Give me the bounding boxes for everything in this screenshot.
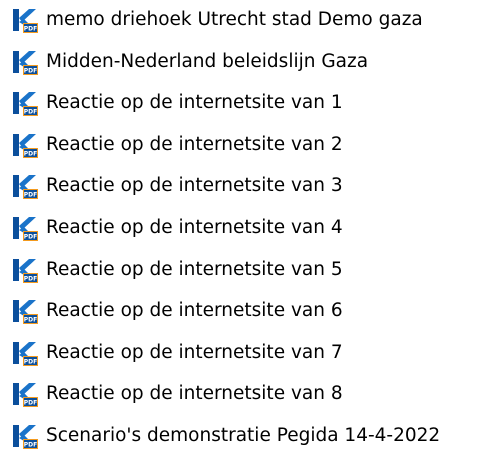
kofax-pdf-icon-graphic: PDF	[13, 341, 38, 366]
kofax-pdf-icon: PDF	[12, 7, 38, 33]
file-item[interactable]: PDF Reactie op de internetsite van 6	[12, 298, 488, 325]
file-name: Reactie op de internetsite van 7	[46, 341, 343, 363]
svg-text:PDF: PDF	[24, 25, 37, 32]
kofax-pdf-icon-graphic: PDF	[13, 50, 38, 75]
file-item[interactable]: PDF Reactie op de internetsite van 2	[12, 132, 488, 158]
kofax-pdf-icon: PDF	[12, 49, 38, 75]
kofax-pdf-icon-graphic: PDF	[13, 383, 38, 408]
file-name: Reactie op de internetsite van 8	[46, 383, 343, 405]
file-item[interactable]: PDF memo driehoek Utrecht stad Demo gaza	[12, 7, 488, 33]
kofax-pdf-icon-graphic: PDF	[13, 175, 38, 200]
file-name: Reactie op de internetsite van 1	[46, 92, 343, 114]
kofax-pdf-icon: PDF	[12, 257, 38, 283]
svg-text:PDF: PDF	[24, 192, 37, 199]
svg-text:PDF: PDF	[24, 317, 37, 324]
file-item[interactable]: PDF Reactie op de internetsite van 1	[12, 90, 488, 117]
kofax-pdf-icon: PDF	[12, 340, 38, 366]
svg-text:PDF: PDF	[24, 150, 37, 157]
file-item[interactable]: PDF Midden-Nederland beleidslijn Gaza	[12, 49, 488, 75]
file-item[interactable]: PDF Reactie op de internetsite van 3	[12, 173, 488, 200]
kofax-pdf-icon-graphic: PDF	[13, 424, 38, 449]
svg-text:PDF: PDF	[24, 275, 37, 282]
file-list: PDF memo driehoek Utrecht stad Demo gaza…	[12, 7, 488, 465]
file-item[interactable]: PDF Scenario's demonstratie Pegida 14-4-…	[12, 423, 488, 449]
kofax-pdf-icon-graphic: PDF	[13, 133, 38, 158]
kofax-pdf-icon: PDF	[12, 298, 38, 325]
file-item[interactable]: PDF Reactie op de internetsite van 7	[12, 340, 488, 366]
kofax-pdf-icon-graphic: PDF	[13, 258, 38, 283]
kofax-pdf-icon: PDF	[12, 90, 38, 117]
file-name: memo driehoek Utrecht stad Demo gaza	[46, 9, 423, 30]
file-name: Midden-Nederland beleidslijn Gaza	[46, 50, 369, 72]
svg-text:PDF: PDF	[24, 67, 37, 74]
file-name: Reactie op de internetsite van 3	[46, 175, 343, 197]
kofax-pdf-icon: PDF	[12, 132, 38, 158]
kofax-pdf-icon: PDF	[12, 423, 38, 449]
kofax-pdf-icon: PDF	[12, 215, 38, 241]
file-name: Reactie op de internetsite van 5	[46, 258, 343, 280]
svg-text:PDF: PDF	[24, 400, 37, 407]
svg-text:PDF: PDF	[24, 441, 37, 448]
svg-text:PDF: PDF	[24, 109, 37, 116]
file-name: Scenario's demonstratie Pegida 14-4-2022	[46, 424, 441, 446]
kofax-pdf-icon-graphic: PDF	[13, 216, 38, 241]
file-name: Reactie op de internetsite van 2	[46, 133, 343, 155]
kofax-pdf-icon-graphic: PDF	[13, 92, 38, 117]
file-name: Reactie op de internetsite van 6	[46, 300, 343, 322]
svg-text:PDF: PDF	[24, 358, 37, 365]
file-name: Reactie op de internetsite van 4	[46, 216, 343, 238]
file-item[interactable]: PDF Reactie op de internetsite van 4	[12, 215, 488, 241]
kofax-pdf-icon-graphic: PDF	[13, 300, 38, 325]
kofax-pdf-icon: PDF	[12, 173, 38, 200]
svg-text:PDF: PDF	[24, 233, 37, 240]
kofax-pdf-icon-graphic: PDF	[13, 9, 38, 33]
file-item[interactable]: PDF Reactie op de internetsite van 5	[12, 257, 488, 283]
kofax-pdf-icon: PDF	[12, 381, 38, 408]
file-item[interactable]: PDF Reactie op de internetsite van 8	[12, 381, 488, 408]
